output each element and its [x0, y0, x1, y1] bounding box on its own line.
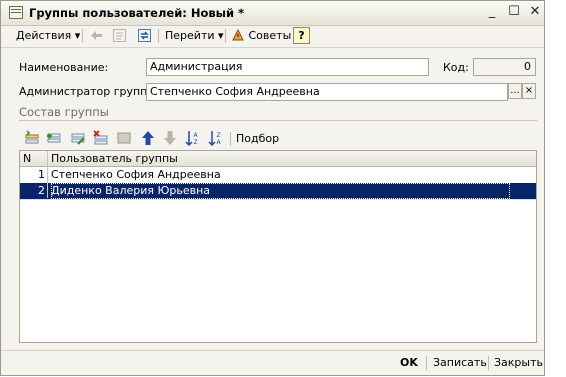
- tips-icon: [232, 28, 244, 41]
- copy-row-icon[interactable]: [46, 130, 62, 146]
- goto-menu[interactable]: Перейти ▾: [165, 28, 224, 44]
- admin-field[interactable]: Степченко София Андреевна: [146, 83, 508, 101]
- code-field[interactable]: 0: [473, 58, 536, 76]
- chevron-down-icon: ▾: [218, 29, 224, 42]
- selection-button[interactable]: Подбор: [236, 132, 279, 145]
- tips-button[interactable]: Советы: [231, 28, 291, 44]
- name-field[interactable]: Администрация: [146, 58, 429, 76]
- clear-button[interactable]: ×: [522, 83, 536, 99]
- divider: [225, 29, 226, 43]
- toolbar: Действия ▾ Перейти ▾ Советы ?: [1, 25, 544, 48]
- table-row[interactable]: 2 Диденко Валерия Юрьевна: [20, 183, 536, 200]
- svg-text:A: A: [217, 139, 222, 146]
- row-number: 2: [38, 184, 45, 197]
- move-down-icon[interactable]: [162, 130, 178, 146]
- maximize-icon[interactable]: ☐: [506, 4, 522, 20]
- sort-descending-icon[interactable]: ZA: [208, 130, 224, 147]
- group-members-table[interactable]: N Пользователь группы 1 Степченко София …: [19, 150, 537, 343]
- sort-ascending-icon[interactable]: AZ: [185, 130, 201, 147]
- save-button[interactable]: Записать: [433, 356, 487, 369]
- table-header: N Пользователь группы: [20, 151, 536, 167]
- section-title: Состав группы: [19, 105, 109, 119]
- close-icon[interactable]: ✕: [527, 4, 543, 20]
- column-divider: [47, 151, 48, 198]
- add-row-icon[interactable]: [24, 130, 40, 146]
- goto-label: Перейти: [165, 29, 215, 42]
- column-header-user[interactable]: Пользователь группы: [51, 151, 178, 166]
- form-icon: [9, 6, 23, 19]
- move-up-icon[interactable]: [140, 130, 156, 146]
- minimize-icon[interactable]: _: [484, 4, 500, 20]
- refresh-icon[interactable]: [137, 28, 152, 43]
- filter-icon[interactable]: [112, 28, 127, 43]
- section-divider: [19, 120, 537, 121]
- end-edit-icon[interactable]: [116, 130, 132, 146]
- divider: [426, 356, 427, 370]
- table-row[interactable]: 1 Степченко София Андреевна: [20, 167, 536, 184]
- close-button[interactable]: Закрыть: [494, 356, 543, 369]
- row-user: Степченко София Андреевна: [51, 168, 221, 181]
- svg-text:Z: Z: [217, 132, 221, 139]
- title-bar[interactable]: Группы пользователей: Новый * _ ☐ ✕: [1, 1, 544, 26]
- svg-text:Z: Z: [194, 139, 198, 146]
- help-button[interactable]: ?: [293, 27, 310, 44]
- name-label: Наименование:: [19, 61, 109, 74]
- delete-row-icon[interactable]: [93, 130, 109, 146]
- divider: [82, 29, 83, 43]
- ok-button[interactable]: OK: [400, 356, 418, 369]
- admin-label: Администратор группы:: [19, 85, 160, 98]
- divider: [488, 356, 489, 370]
- window-title: Группы пользователей: Новый *: [29, 6, 245, 20]
- footer-bar: OK Записать Закрыть: [1, 350, 544, 375]
- tips-label: Советы: [248, 29, 292, 42]
- divider: [158, 29, 159, 43]
- back-icon[interactable]: [89, 28, 104, 43]
- form-window: Группы пользователей: Новый * _ ☐ ✕ Дейс…: [0, 0, 545, 376]
- svg-text:A: A: [194, 132, 199, 139]
- actions-menu[interactable]: Действия ▾: [16, 28, 80, 44]
- actions-label: Действия: [16, 29, 72, 42]
- select-button[interactable]: ...: [508, 83, 522, 99]
- divider: [230, 132, 231, 146]
- edit-row-icon[interactable]: [70, 130, 86, 146]
- column-header-n[interactable]: N: [23, 151, 31, 166]
- chevron-down-icon: ▾: [74, 29, 81, 42]
- row-number: 1: [38, 168, 45, 181]
- row-user: Диденко Валерия Юрьевна: [51, 183, 511, 199]
- code-label: Код:: [443, 61, 469, 74]
